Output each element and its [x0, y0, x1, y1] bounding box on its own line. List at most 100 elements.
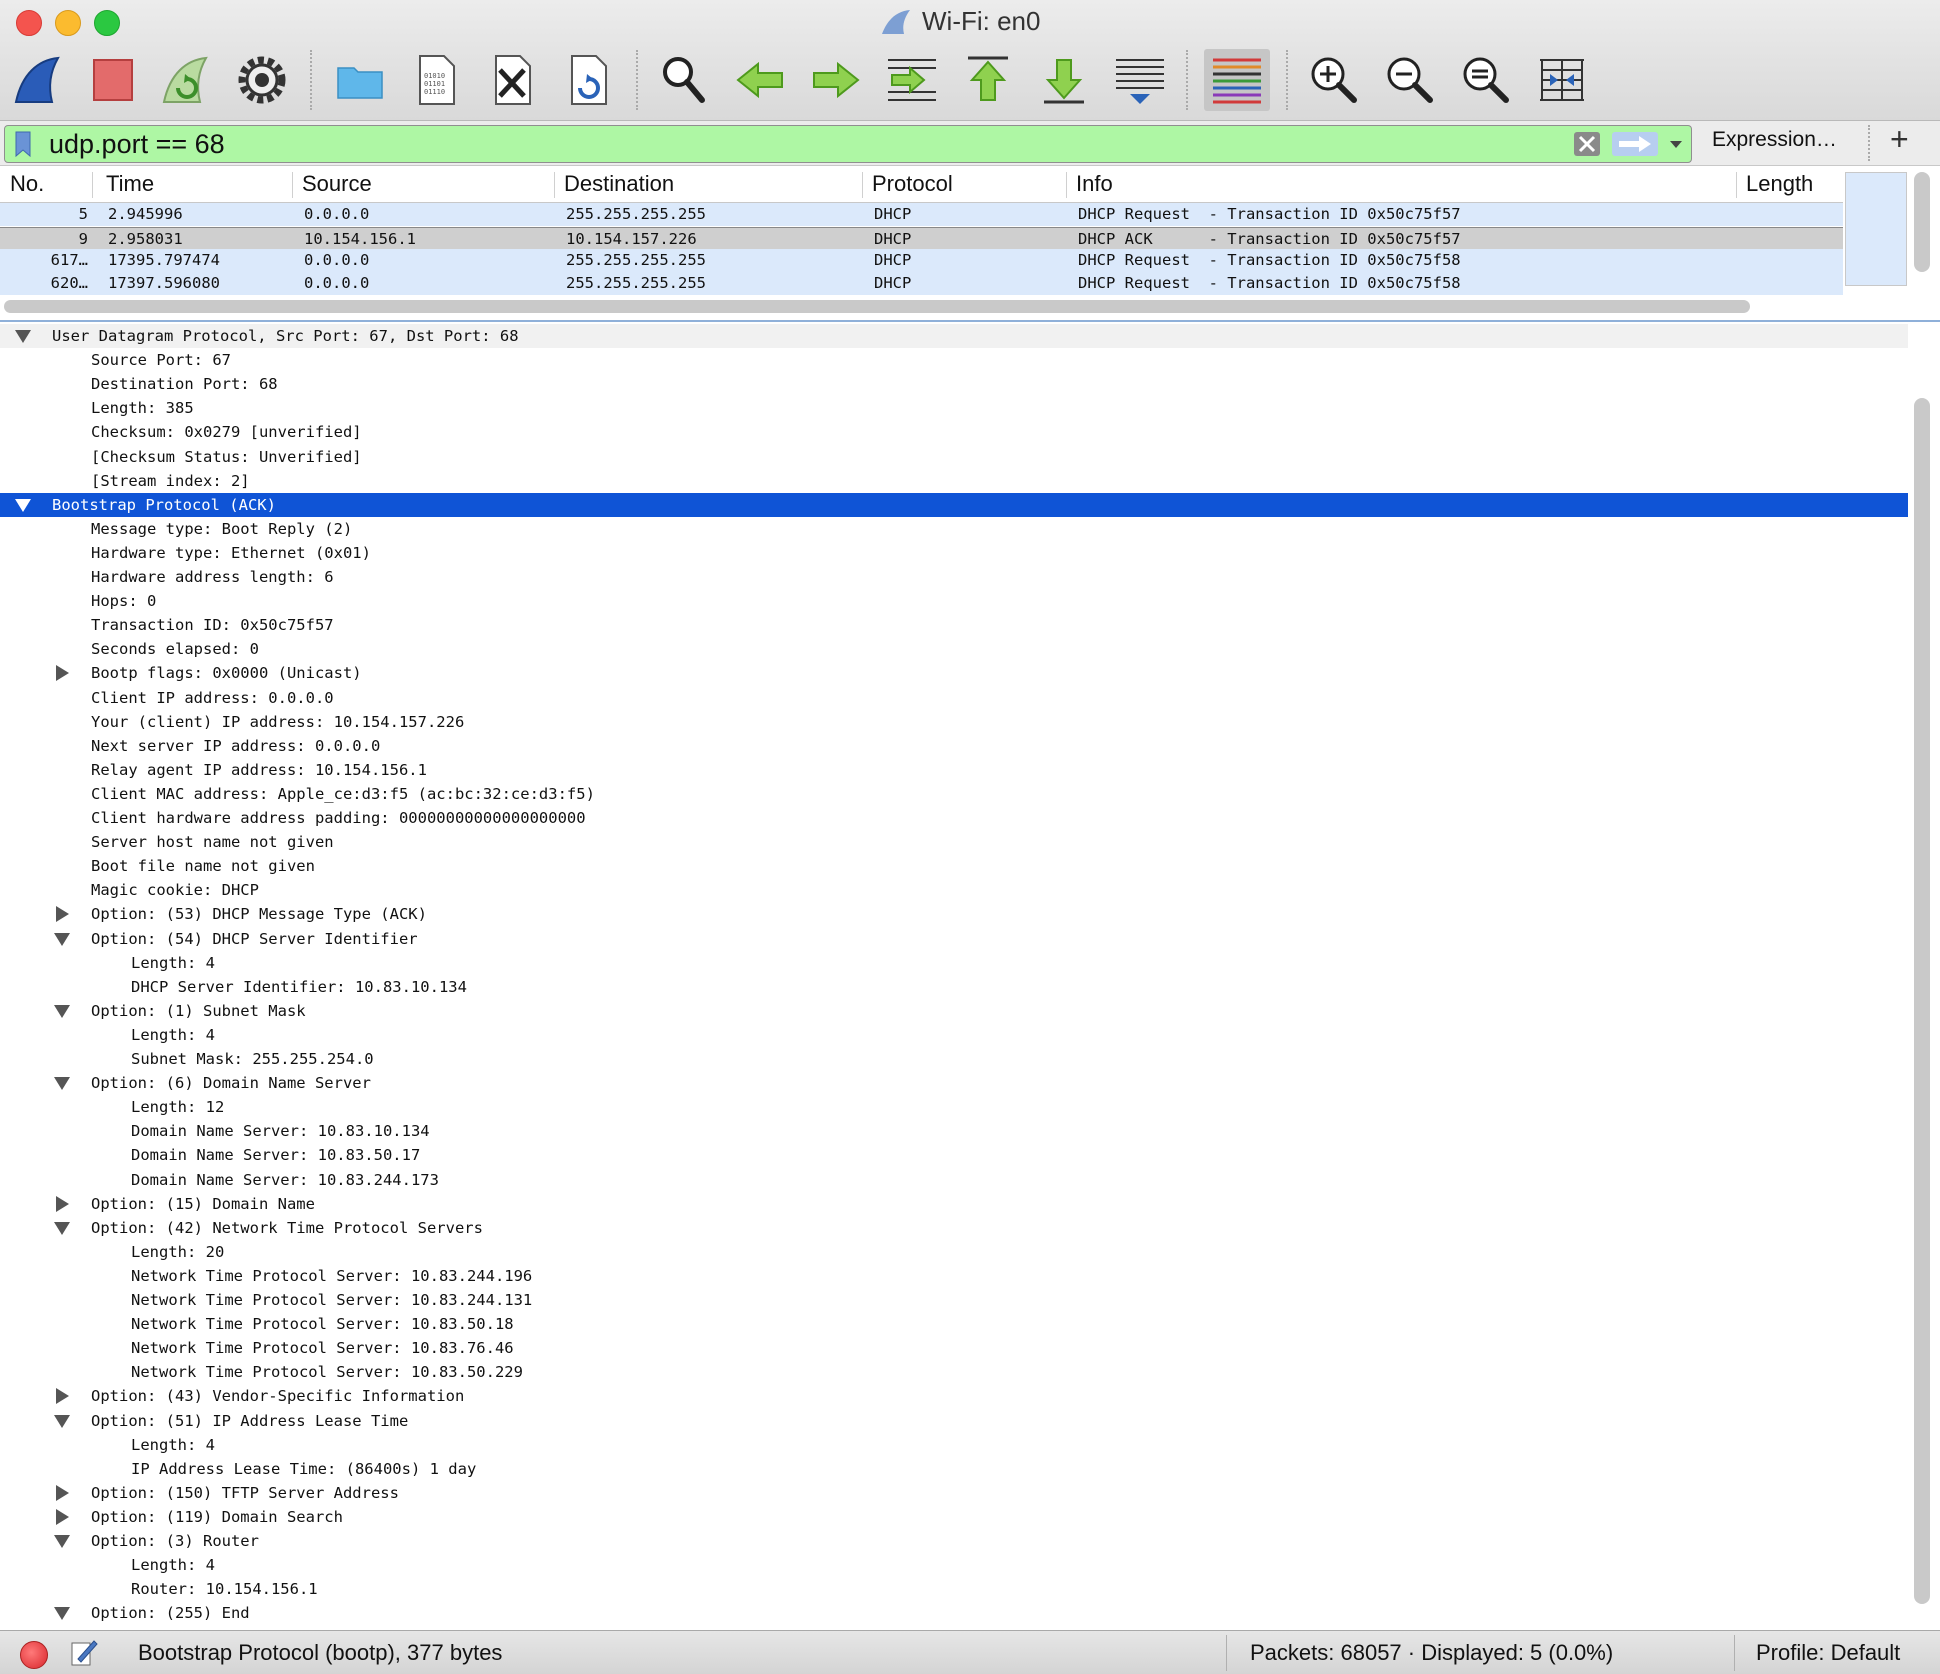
- detail-tree-row[interactable]: Length: 4: [0, 1023, 1908, 1047]
- detail-tree-row[interactable]: Network Time Protocol Server: 10.83.76.4…: [0, 1336, 1908, 1360]
- collapse-triangle-icon[interactable]: [54, 1415, 70, 1428]
- packet-list-vertical-scrollbar[interactable]: [1914, 172, 1930, 272]
- column-header-length[interactable]: Length: [1746, 171, 1813, 201]
- detail-tree-row[interactable]: Option: (51) IP Address Lease Time: [0, 1409, 1908, 1433]
- detail-tree-row[interactable]: Network Time Protocol Server: 10.83.50.1…: [0, 1312, 1908, 1336]
- detail-tree-row[interactable]: Length: 20: [0, 1240, 1908, 1264]
- detail-tree-row[interactable]: Hardware address length: 6: [0, 565, 1908, 589]
- column-divider[interactable]: [292, 172, 293, 198]
- detail-tree-row[interactable]: Length: 4: [0, 1553, 1908, 1577]
- collapse-triangle-icon[interactable]: [54, 1005, 70, 1018]
- go-to-packet-button[interactable]: [882, 50, 942, 110]
- zoom-out-button[interactable]: [1380, 50, 1440, 110]
- column-divider[interactable]: [554, 172, 555, 198]
- apply-filter-arrow-icon[interactable]: [1611, 131, 1659, 157]
- detail-tree-row[interactable]: Bootstrap Protocol (ACK): [0, 493, 1908, 517]
- detail-tree-row[interactable]: IP Address Lease Time: (86400s) 1 day: [0, 1457, 1908, 1481]
- go-first-button[interactable]: [958, 50, 1018, 110]
- close-window-button[interactable]: [16, 10, 42, 36]
- stop-capture-button[interactable]: [82, 50, 142, 110]
- open-file-button[interactable]: [330, 50, 390, 110]
- clear-filter-icon[interactable]: [1573, 131, 1601, 157]
- detail-tree-row[interactable]: Length: 12: [0, 1095, 1908, 1119]
- detail-tree-row[interactable]: Length: 4: [0, 1433, 1908, 1457]
- column-divider[interactable]: [92, 172, 93, 198]
- detail-tree-row[interactable]: Domain Name Server: 10.83.10.134: [0, 1119, 1908, 1143]
- column-header-no[interactable]: No.: [10, 171, 44, 201]
- detail-tree-row[interactable]: Message type: Boot Reply (2): [0, 517, 1908, 541]
- collapse-triangle-icon[interactable]: [15, 330, 31, 343]
- detail-tree-row[interactable]: [Stream index: 2]: [0, 469, 1908, 493]
- collapse-triangle-icon[interactable]: [54, 1222, 70, 1235]
- detail-tree-row[interactable]: Bootp flags: 0x0000 (Unicast): [0, 661, 1908, 685]
- detail-tree-row[interactable]: Hardware type: Ethernet (0x01): [0, 541, 1908, 565]
- go-forward-button[interactable]: [806, 50, 866, 110]
- chevron-down-icon[interactable]: [1665, 132, 1687, 156]
- detail-tree-row[interactable]: Option: (15) Domain Name: [0, 1192, 1908, 1216]
- detail-tree-row[interactable]: DHCP Server Identifier: 10.83.10.134: [0, 975, 1908, 999]
- collapse-triangle-icon[interactable]: [54, 1077, 70, 1090]
- detail-tree-row[interactable]: Source Port: 67: [0, 348, 1908, 372]
- expand-triangle-icon[interactable]: [56, 1485, 69, 1501]
- packet-row[interactable]: 617… 17395.797474 0.0.0.0 255.255.255.255 DH…: [0, 249, 1843, 272]
- detail-tree-row[interactable]: Network Time Protocol Server: 10.83.244.…: [0, 1288, 1908, 1312]
- detail-tree-row[interactable]: Seconds elapsed: 0: [0, 637, 1908, 661]
- expand-triangle-icon[interactable]: [56, 1196, 69, 1212]
- capture-options-button[interactable]: [232, 50, 292, 110]
- detail-tree-row[interactable]: [Checksum Status: Unverified]: [0, 445, 1908, 469]
- minimize-window-button[interactable]: [55, 10, 81, 36]
- packet-row[interactable]: 5 2.945996 0.0.0.0 255.255.255.255 DHCP DHCP …: [0, 203, 1843, 226]
- zoom-window-button[interactable]: [94, 10, 120, 36]
- expand-triangle-icon[interactable]: [56, 1509, 69, 1525]
- collapse-triangle-icon[interactable]: [54, 933, 70, 946]
- detail-tree-row[interactable]: Network Time Protocol Server: 10.83.50.2…: [0, 1360, 1908, 1384]
- column-header-info[interactable]: Info: [1076, 171, 1113, 201]
- expert-info-led-icon[interactable]: [20, 1641, 48, 1669]
- detail-tree-row[interactable]: Your (client) IP address: 10.154.157.226: [0, 710, 1908, 734]
- display-filter-field[interactable]: [4, 125, 1692, 163]
- save-file-button[interactable]: 01010 01101 01110: [406, 50, 466, 110]
- column-header-source[interactable]: Source: [302, 171, 372, 201]
- add-filter-button[interactable]: +: [1890, 121, 1909, 158]
- detail-tree-row[interactable]: Boot file name not given: [0, 854, 1908, 878]
- detail-tree-row[interactable]: Length: 385: [0, 396, 1908, 420]
- detail-tree-row[interactable]: Destination Port: 68: [0, 372, 1908, 396]
- column-header-protocol[interactable]: Protocol: [872, 171, 953, 201]
- packet-list-horizontal-scrollbar[interactable]: [4, 300, 1750, 313]
- column-header-destination[interactable]: Destination: [564, 171, 674, 201]
- packet-row[interactable]: 620… 17397.596080 0.0.0.0 255.255.255.255 DH…: [0, 272, 1843, 295]
- colorize-button[interactable]: [1204, 49, 1270, 111]
- detail-tree-row[interactable]: Server host name not given: [0, 830, 1908, 854]
- detail-tree-row[interactable]: Option: (53) DHCP Message Type (ACK): [0, 902, 1908, 926]
- detail-tree-row[interactable]: Router: 10.154.156.1: [0, 1577, 1908, 1601]
- collapse-triangle-icon[interactable]: [15, 499, 31, 512]
- detail-tree-row[interactable]: Network Time Protocol Server: 10.83.244.…: [0, 1264, 1908, 1288]
- detail-tree-row[interactable]: Option: (1) Subnet Mask: [0, 999, 1908, 1023]
- packet-details-vertical-scrollbar[interactable]: [1914, 398, 1930, 1604]
- detail-tree-row[interactable]: Checksum: 0x0279 [unverified]: [0, 420, 1908, 444]
- detail-tree-row[interactable]: Option: (6) Domain Name Server: [0, 1071, 1908, 1095]
- collapse-triangle-icon[interactable]: [54, 1607, 70, 1620]
- detail-tree-row[interactable]: Relay agent IP address: 10.154.156.1: [0, 758, 1908, 782]
- column-header-time[interactable]: Time: [106, 171, 154, 201]
- detail-tree-row[interactable]: Domain Name Server: 10.83.50.17: [0, 1143, 1908, 1167]
- detail-tree-row[interactable]: Next server IP address: 0.0.0.0: [0, 734, 1908, 758]
- resize-columns-button[interactable]: [1532, 50, 1592, 110]
- display-filter-input[interactable]: [47, 128, 1551, 161]
- column-divider[interactable]: [862, 172, 863, 198]
- detail-tree-row[interactable]: User Datagram Protocol, Src Port: 67, Ds…: [0, 324, 1908, 348]
- expression-button[interactable]: Expression…: [1712, 128, 1837, 152]
- auto-scroll-button[interactable]: [1110, 50, 1170, 110]
- detail-tree-row[interactable]: Transaction ID: 0x50c75f57: [0, 613, 1908, 637]
- reload-file-button[interactable]: [558, 50, 618, 110]
- expand-triangle-icon[interactable]: [56, 665, 69, 681]
- detail-tree-row[interactable]: Option: (119) Domain Search: [0, 1505, 1908, 1529]
- go-last-button[interactable]: [1034, 50, 1094, 110]
- detail-tree-row[interactable]: Option: (42) Network Time Protocol Serve…: [0, 1216, 1908, 1240]
- detail-tree-row[interactable]: Subnet Mask: 255.255.254.0: [0, 1047, 1908, 1071]
- zoom-in-button[interactable]: [1304, 50, 1364, 110]
- go-back-button[interactable]: [730, 50, 790, 110]
- zoom-normal-button[interactable]: [1456, 50, 1516, 110]
- expand-triangle-icon[interactable]: [56, 1388, 69, 1404]
- detail-tree-row[interactable]: Option: (255) End: [0, 1601, 1908, 1625]
